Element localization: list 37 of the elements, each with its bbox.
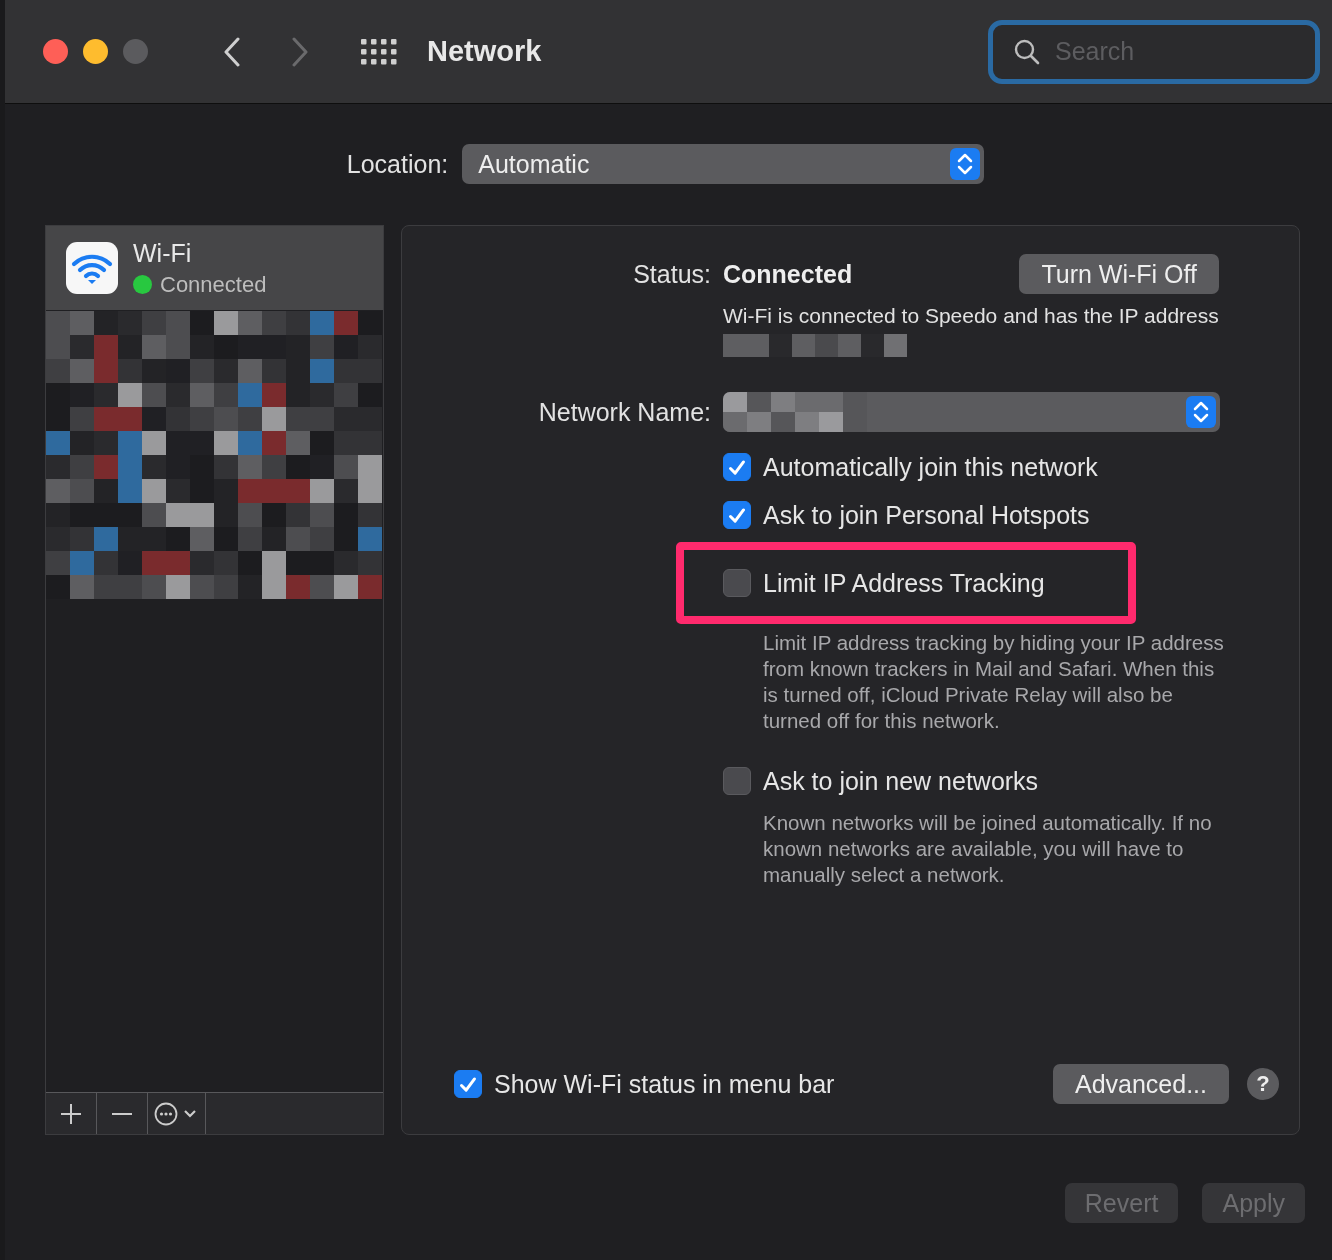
status-value: Connected xyxy=(723,259,853,289)
checkbox[interactable] xyxy=(723,569,751,597)
network-name-label: Network Name: xyxy=(537,397,711,427)
location-dropdown[interactable]: Automatic xyxy=(462,144,985,184)
search-icon xyxy=(1014,38,1040,65)
location-label: Location: xyxy=(346,149,449,179)
checkbox[interactable] xyxy=(454,1070,482,1098)
forward-icon[interactable] xyxy=(291,36,309,67)
stepper-icon xyxy=(950,148,981,180)
grid-icon[interactable] xyxy=(361,38,397,65)
checkbox[interactable] xyxy=(723,453,751,481)
stepper-icon xyxy=(1186,396,1216,428)
checkbox-label: Show Wi-Fi status in menu bar xyxy=(494,1069,835,1099)
option-description: Limit IP address tracking by hiding your IP address from known trackers in Mail and Safari. When this is turned off, iCloud Private Relay will also be turned off for this network. xyxy=(763,630,1225,734)
wifi-icon xyxy=(66,242,118,294)
window-title: Network xyxy=(427,35,542,68)
checkbox[interactable] xyxy=(723,767,751,795)
checkbox-label: Automatically join this network xyxy=(763,452,1098,482)
checkbox-label: Ask to join new networks xyxy=(763,766,1039,796)
minimize-button[interactable] xyxy=(83,39,108,64)
service-status: Connected xyxy=(160,271,267,298)
service-item[interactable]: Wi-Fi Connected xyxy=(46,226,383,310)
plus-icon xyxy=(60,1102,82,1125)
minus-icon xyxy=(111,1112,133,1115)
turn-wifi-off-button[interactable]: Turn Wi-Fi Off xyxy=(1019,254,1219,294)
checkbox-label: Ask to join Personal Hotspots xyxy=(763,500,1090,530)
help-button[interactable]: ? xyxy=(1247,1068,1279,1100)
service-name: Wi-Fi xyxy=(133,238,193,268)
checkbox-label: Limit IP Address Tracking xyxy=(763,568,1045,598)
advanced-button[interactable]: Advanced... xyxy=(1052,1064,1229,1104)
back-icon[interactable] xyxy=(223,36,241,67)
option-description: Known networks will be joined automatically. If no known networks are available, you will have to manually select a network. xyxy=(763,810,1213,888)
checkbox[interactable] xyxy=(723,501,751,529)
close-button[interactable] xyxy=(43,39,68,64)
status-description: Wi-Fi is connected to Speedo and has the IP address xyxy=(723,304,1219,327)
network-name-dropdown[interactable] xyxy=(723,392,1220,432)
status-label: Status: xyxy=(632,259,711,289)
